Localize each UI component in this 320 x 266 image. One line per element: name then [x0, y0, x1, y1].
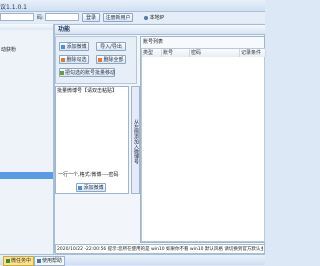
- move-icon: [60, 70, 64, 75]
- status-tab-help-label: 使用帮助: [42, 258, 63, 264]
- help-icon: [37, 258, 41, 263]
- delete-checked-label: 删除勾选: [66, 57, 87, 63]
- window-title: 议1.1.0.1: [0, 4, 27, 11]
- log-line: 2020/10/22 -22:00:56 提示:您所在使用的是 win10 如果…: [57, 247, 263, 252]
- column-header-record[interactable]: 记录条件: [240, 49, 266, 57]
- function-panel-title: 功能: [55, 25, 265, 35]
- login-button[interactable]: 登录: [82, 13, 100, 22]
- password-field[interactable]: [45, 13, 79, 21]
- add-weibo-label: 添加微博: [66, 44, 87, 50]
- import-export-button[interactable]: 导入/导出: [96, 42, 126, 51]
- column-header-password[interactable]: 密码: [190, 49, 240, 57]
- batch-accounts-title: 批量微博号【请双击粘贴】: [57, 88, 118, 94]
- radio-icon: [144, 15, 148, 20]
- left-pane: 动获粉: [0, 24, 54, 254]
- move-checked-label: 把勾选的账号批量移动: [65, 70, 116, 76]
- add-weibo-batch-label: 添加微博: [83, 185, 104, 191]
- plus-icon: [78, 185, 83, 190]
- add-weibo-button[interactable]: 添加微博: [59, 42, 89, 51]
- add-to-list-label: 从左侧添加入微博号: [133, 119, 139, 164]
- account-list-title: 账号列表: [143, 39, 164, 45]
- delete-checked-button[interactable]: 删除勾选: [59, 55, 89, 64]
- left-pane-selected-row[interactable]: [0, 172, 53, 179]
- local-ip-radio[interactable]: 本地IP: [144, 14, 164, 21]
- delete-all-icon: [98, 57, 103, 62]
- left-pane-header: [0, 24, 53, 30]
- move-checked-button[interactable]: 把勾选的账号批量移动: [59, 68, 115, 77]
- account-list-table[interactable]: 类型 账号 密码 记录条件: [141, 48, 266, 242]
- add-to-list-tab[interactable]: 从左侧添加入微博号: [131, 86, 140, 194]
- task-icon: [6, 258, 10, 263]
- delete-all-button[interactable]: 删除全部: [96, 55, 126, 64]
- password-label: 码:: [37, 15, 44, 21]
- status-tab-tasks-label: 微任务中: [11, 258, 32, 264]
- login-toolbar: 码: 登录 注册新用户 本地IP: [0, 12, 265, 23]
- delete-all-label: 删除全部: [103, 57, 124, 63]
- status-bar: 微任务中 使用帮助: [0, 254, 265, 266]
- batch-accounts-box[interactable]: 批量微博号【请双击粘贴】 一行一个,格式:微博----密码 添加微博: [55, 86, 129, 194]
- log-panel: 2020/10/22 -22:00:56 提示:您所在使用的是 win10 如果…: [55, 244, 265, 254]
- local-ip-label: 本地IP: [149, 15, 165, 21]
- function-button-group: 添加微博 导入/导出 删除勾选 删除全部 把勾选的账号批量移动: [55, 36, 137, 84]
- title-bar: 议1.1.0.1: [0, 0, 265, 12]
- batch-accounts-hint: 一行一个,格式:微博----密码: [58, 172, 119, 178]
- add-weibo-batch-button[interactable]: 添加微博: [76, 183, 106, 192]
- left-pane-item[interactable]: 动获粉: [0, 46, 53, 54]
- column-header-account[interactable]: 账号: [162, 49, 190, 57]
- delete-icon: [61, 57, 66, 62]
- register-button[interactable]: 注册新用户: [103, 13, 133, 22]
- column-header-type[interactable]: 类型: [142, 49, 162, 57]
- plus-icon: [61, 44, 66, 49]
- username-field[interactable]: [0, 13, 34, 21]
